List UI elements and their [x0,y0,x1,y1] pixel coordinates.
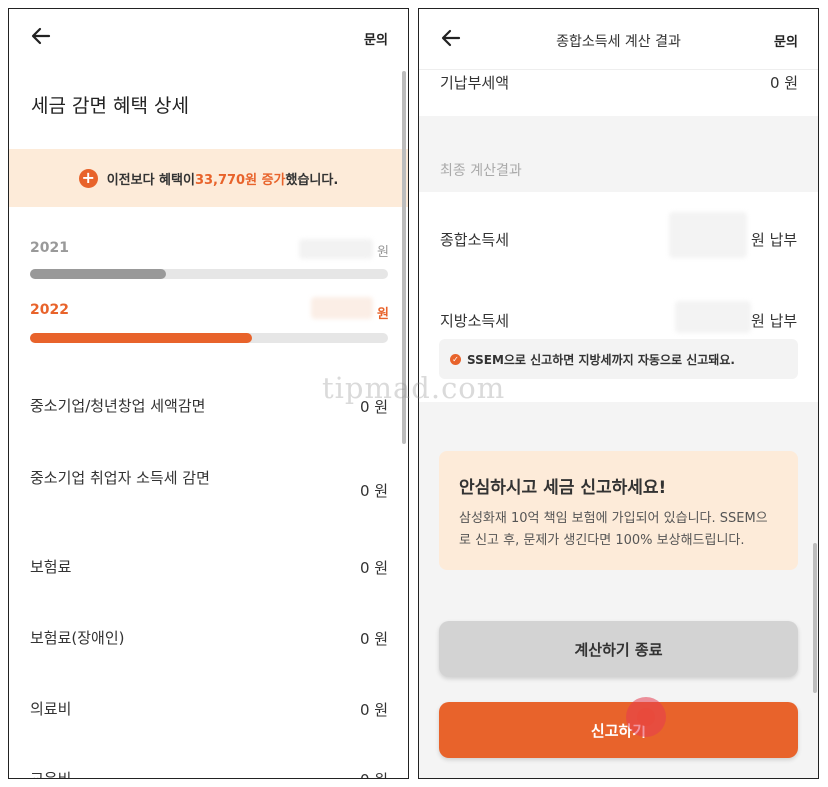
income-tax-amount-redacted [669,212,747,258]
insurance-promo-card: 안심하시고 세금 신고하세요! 삼성화재 10억 책임 보험에 가입되어 있습니… [439,451,798,570]
amount-2022-redacted [311,297,373,319]
banner-highlight: 33,770원 증가 [194,172,286,188]
item-label: 중소기업 취업자 소득세 감면 [30,469,210,487]
scrollbar-thumb[interactable] [813,543,817,693]
benefit-increase-banner: + 이전보다 혜택이 33,770원 증가 했습니다. [9,149,408,207]
inquiry-button[interactable]: 문의 [774,31,798,50]
prepaid-tax-value: 0 원 [770,74,799,92]
item-label: 중소기업/청년창업 세액감면 [30,397,206,415]
item-value: 0 원 [360,630,389,648]
watermark-text: tipmad.com [322,371,506,405]
section-gap [419,116,818,192]
plus-circle-icon: + [78,168,98,188]
screen-title: 종합소득세 계산 결과 [556,34,681,50]
year-2021-label: 2021 [30,240,69,256]
promo-title: 안심하시고 세금 신고하세요! [459,478,667,498]
unit-2021: 원 [377,245,389,260]
item-label: 보험료(장애인) [30,629,125,647]
progress-fill-2021 [30,269,167,279]
header-divider [419,69,818,70]
local-tax-unit: 원 납부 [751,312,798,330]
item-value: 0 원 [360,701,389,719]
end-calculation-button[interactable]: 계산하기 종료 [439,621,798,677]
item-label: 교육비 [30,770,72,779]
inquiry-button[interactable]: 문의 [364,29,388,48]
item-value: 0 원 [360,769,388,778]
progress-fill-2022 [30,333,252,343]
unit-2022: 원 [377,307,389,322]
prepaid-tax-label: 기납부세액 [440,74,510,92]
income-tax-label: 종합소득세 [440,231,510,249]
item-value: 0 원 [360,559,389,577]
promo-body: 삼성화재 10억 책임 보험에 가입되어 있습니다. SSEM으로 신고 후, … [459,511,768,548]
progress-bar-2021 [30,269,388,279]
back-arrow-icon[interactable] [31,26,51,46]
amount-2021-redacted [299,239,373,259]
local-tax-label: 지방소득세 [440,312,510,330]
notice-text: SSEM으로 신고하면 지방세까지 자동으로 신고돼요. [467,352,735,367]
final-result-heading: 최종 계산결과 [440,163,522,179]
banner-suffix: 했습니다. [285,172,339,188]
income-tax-unit: 원 납부 [751,231,798,249]
banner-prefix: 이전보다 혜택이 [106,172,195,188]
page-title: 세금 감면 혜택 상세 [31,95,189,117]
progress-bar-2022 [30,333,388,343]
item-label: 보험료 [30,558,72,576]
local-tax-amount-redacted [675,301,751,333]
touch-indicator-dot [637,708,655,726]
touch-indicator [626,697,666,737]
item-label: 의료비 [30,700,72,718]
check-circle-icon: ✓ [450,353,461,365]
item-value: 0 원 [360,482,389,500]
year-2022-label: 2022 [30,302,69,318]
file-tax-button[interactable]: 신고하기 [439,702,798,758]
